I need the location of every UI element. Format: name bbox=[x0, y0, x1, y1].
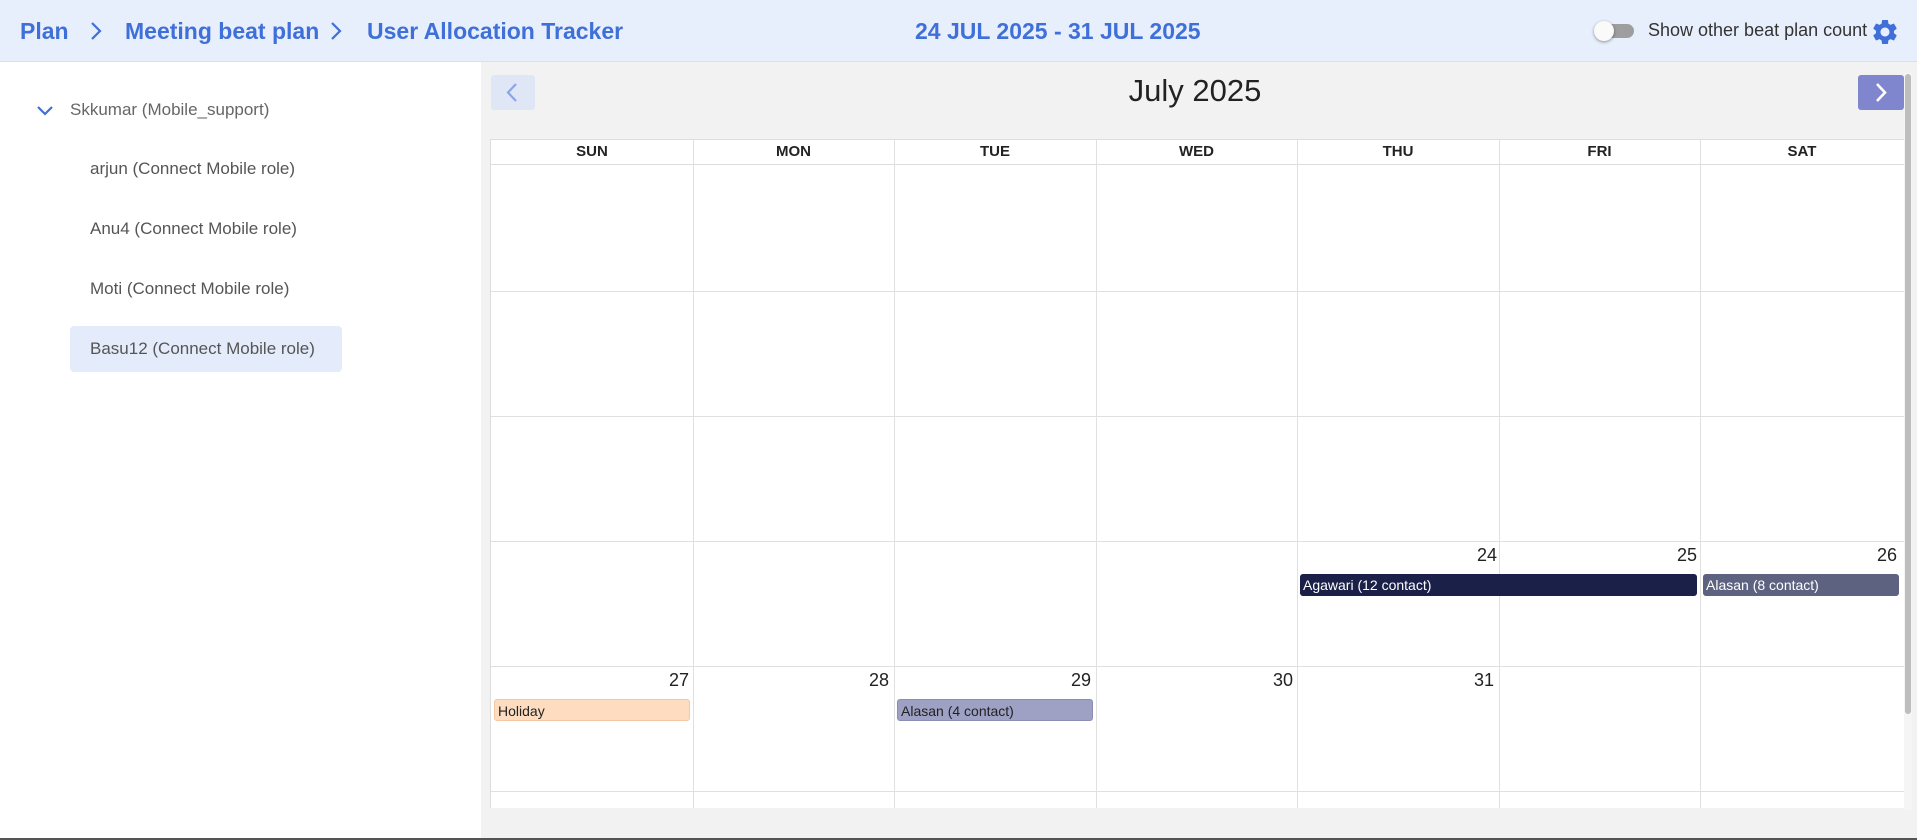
date-range: 24 JUL 2025 - 31 JUL 2025 bbox=[915, 18, 1201, 44]
day-number[interactable]: 24 bbox=[1457, 545, 1497, 566]
grid-line bbox=[491, 791, 1904, 792]
next-month-button[interactable] bbox=[1858, 75, 1904, 110]
tree-item-basu12[interactable]: Basu12 (Connect Mobile role) bbox=[70, 326, 342, 372]
grid-line bbox=[1499, 139, 1500, 808]
month-title: July 2025 bbox=[1128, 73, 1262, 108]
day-number[interactable]: 31 bbox=[1454, 670, 1494, 691]
user-tree-sidebar: Skkumar (Mobile_support) arjun (Connect … bbox=[0, 62, 481, 840]
tree-item-anu4[interactable]: Anu4 (Connect Mobile role) bbox=[70, 206, 342, 252]
weekday-header: TUE bbox=[894, 139, 1096, 165]
tree-item-arjun[interactable]: arjun (Connect Mobile role) bbox=[70, 146, 342, 192]
weekday-header: MON bbox=[693, 139, 894, 165]
grid-line bbox=[693, 139, 694, 808]
toggle-thumb bbox=[1594, 21, 1614, 41]
grid-line bbox=[491, 666, 1904, 667]
tree-item-label: Basu12 (Connect Mobile role) bbox=[90, 339, 315, 358]
tree-root-label: Skkumar (Mobile_support) bbox=[70, 100, 270, 119]
day-number[interactable]: 28 bbox=[849, 670, 889, 691]
tree-item-label: Moti (Connect Mobile role) bbox=[90, 279, 290, 298]
weekday-header: THU bbox=[1297, 139, 1499, 165]
tree-item-moti[interactable]: Moti (Connect Mobile role) bbox=[70, 266, 342, 312]
calendar-event[interactable]: Agawari (12 contact) bbox=[1300, 574, 1697, 596]
calendar-event[interactable]: Alasan (4 contact) bbox=[897, 699, 1093, 721]
day-number[interactable]: 26 bbox=[1857, 545, 1897, 566]
chevron-right-icon bbox=[91, 22, 102, 40]
tree-root-node[interactable]: Skkumar (Mobile_support) bbox=[28, 96, 428, 126]
gear-icon[interactable] bbox=[1870, 17, 1900, 47]
breadcrumb-meeting-beat-plan[interactable]: Meeting beat plan bbox=[125, 18, 319, 45]
tree-item-label: Anu4 (Connect Mobile role) bbox=[90, 219, 297, 238]
weekday-header: FRI bbox=[1499, 139, 1700, 165]
grid-line bbox=[491, 291, 1904, 292]
grid-line bbox=[1096, 139, 1097, 808]
chevron-down-icon[interactable] bbox=[36, 104, 54, 118]
grid-line bbox=[1297, 139, 1298, 808]
calendar-grid: SUN MON TUE WED THU FRI SAT 24 25 26 27 … bbox=[490, 139, 1905, 808]
grid-line bbox=[491, 541, 1904, 542]
breadcrumb-user-allocation-tracker: User Allocation Tracker bbox=[367, 18, 624, 44]
grid-line bbox=[491, 416, 1904, 417]
day-number[interactable]: 30 bbox=[1253, 670, 1293, 691]
chevron-right-icon bbox=[1876, 83, 1887, 102]
show-beat-plan-count-toggle[interactable] bbox=[1594, 21, 1638, 41]
weekday-header: SUN bbox=[491, 139, 693, 165]
weekday-header: SAT bbox=[1700, 139, 1904, 165]
day-number[interactable]: 29 bbox=[1051, 670, 1091, 691]
prev-month-button[interactable] bbox=[491, 75, 535, 110]
chevron-right-icon bbox=[331, 22, 342, 40]
grid-line bbox=[1700, 139, 1701, 808]
tree-item-label: arjun (Connect Mobile role) bbox=[90, 159, 296, 178]
toggle-label: Show other beat plan count bbox=[1648, 20, 1868, 40]
top-header: Plan Meeting beat plan User Allocation T… bbox=[0, 0, 1917, 62]
chevron-left-icon bbox=[506, 83, 517, 102]
weekday-header: WED bbox=[1096, 139, 1297, 165]
scrollbar-thumb[interactable] bbox=[1905, 74, 1911, 714]
day-number[interactable]: 25 bbox=[1657, 545, 1697, 566]
breadcrumb-plan[interactable]: Plan bbox=[20, 18, 69, 45]
calendar-event[interactable]: Alasan (8 contact) bbox=[1703, 574, 1899, 596]
calendar-event[interactable]: Holiday bbox=[494, 699, 690, 721]
day-number[interactable]: 27 bbox=[649, 670, 689, 691]
grid-line bbox=[894, 139, 895, 808]
